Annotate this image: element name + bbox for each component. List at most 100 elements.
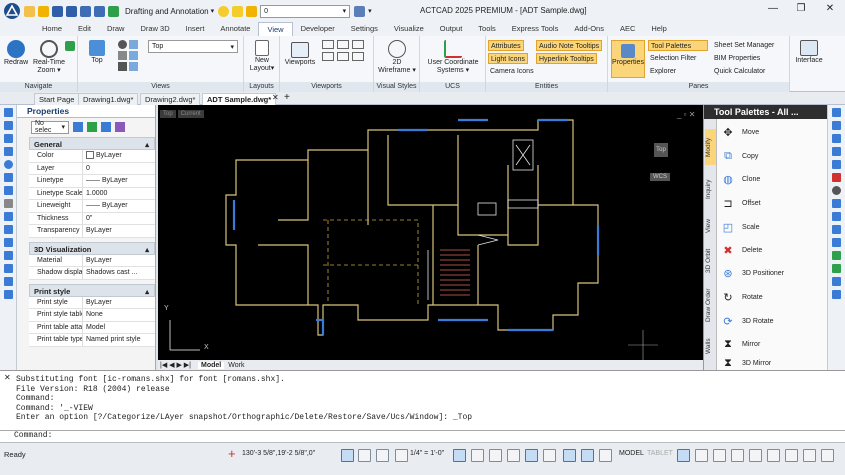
isometric-icon[interactable] <box>471 449 484 462</box>
rotate-tool-icon[interactable] <box>832 199 841 208</box>
palette-offset[interactable]: ⊐ Offset <box>720 193 760 213</box>
palette-scale[interactable]: ◰ Scale <box>720 217 760 237</box>
attributes-toggle[interactable]: Attributes <box>488 40 524 51</box>
camera-icon[interactable] <box>118 51 127 60</box>
minimize-icon[interactable]: — <box>763 3 783 14</box>
visual-style-button[interactable]: 2D Wireframe ▾ <box>377 40 417 75</box>
palette-3d-positioner[interactable]: ⊛ 3D Positioner <box>720 263 784 283</box>
hyperlink-tooltips-toggle[interactable]: Hyperlink Tooltips <box>536 53 597 64</box>
palette-move[interactable]: ✥ Move <box>720 122 759 142</box>
close-icon[interactable]: ✕ <box>820 3 840 14</box>
new-tab-icon[interactable]: + <box>284 92 290 103</box>
new-icon[interactable] <box>24 5 35 17</box>
line-tool-icon[interactable] <box>3 108 13 117</box>
general-header[interactable]: General ▴ <box>29 137 155 150</box>
palette-copy[interactable]: ⧉ Copy <box>720 146 758 166</box>
filter-icon[interactable] <box>115 122 125 132</box>
menu-settings[interactable]: Settings <box>343 22 386 36</box>
viewport-style-label[interactable]: Current <box>177 110 204 118</box>
menu-developer[interactable]: Developer <box>293 22 343 36</box>
property-row[interactable]: Transparency ByLayer <box>29 225 155 238</box>
layer-state-icon[interactable] <box>354 5 366 17</box>
model-space-toggle[interactable]: MODEL <box>619 450 644 457</box>
menu-draw-3d[interactable]: Draw 3D <box>132 22 177 36</box>
menu-add-ons[interactable]: Add-Ons <box>566 22 612 36</box>
workspace-selector[interactable]: Drafting and Annotation <box>125 7 209 16</box>
clean-screen-icon[interactable] <box>749 449 762 462</box>
open-icon[interactable] <box>38 5 49 17</box>
tablet-toggle[interactable]: TABLET <box>647 450 673 457</box>
menu-tools[interactable]: Tools <box>470 22 504 36</box>
close-tab-icon[interactable]: ✕ <box>272 93 279 102</box>
viewport-config-icon[interactable] <box>337 40 349 49</box>
walk-icon[interactable] <box>118 62 127 71</box>
property-row[interactable]: Print table type Named print style <box>29 334 155 347</box>
extend-tool-icon[interactable] <box>832 251 841 260</box>
interface-button[interactable]: Interface <box>793 40 825 65</box>
tab-start-page[interactable]: Start Page <box>34 93 80 105</box>
tab-adt-sample[interactable]: ADT Sample.dwg* <box>202 93 277 105</box>
table-tool-icon[interactable] <box>3 264 13 273</box>
move-tool-icon[interactable] <box>832 108 841 117</box>
sun-icon[interactable] <box>232 5 244 17</box>
polygon-tool-icon[interactable] <box>3 238 13 247</box>
rectangle-tool-icon[interactable] <box>3 225 13 234</box>
iso-view-icon[interactable] <box>129 51 138 60</box>
redo-icon[interactable] <box>94 5 105 17</box>
ducs-icon[interactable] <box>525 449 538 462</box>
lightbulb-icon[interactable] <box>218 5 230 17</box>
copy-tool-icon[interactable] <box>832 121 841 130</box>
palette-rotate[interactable]: ↻ Rotate <box>720 287 762 307</box>
quick-calculator-button[interactable]: Quick Calculator <box>712 66 767 77</box>
customize-status-icon[interactable] <box>821 449 834 462</box>
3d-visualization-header[interactable]: 3D Visualization ▴ <box>29 241 155 255</box>
selection-filter-button[interactable]: Selection Filter <box>648 53 698 64</box>
property-row[interactable]: Lineweight —— ByLayer <box>29 200 155 213</box>
erase-tool-icon[interactable] <box>832 173 841 182</box>
close-command-icon[interactable]: ✕ <box>4 373 11 382</box>
viewport-window-controls[interactable]: _ ▫ ✕ <box>677 110 695 119</box>
palette-tab-inquiry[interactable]: Inquiry <box>705 171 716 207</box>
tab-drawing2[interactable]: Drawing2.dwg* <box>140 93 201 105</box>
property-row[interactable]: Layer 0 <box>29 162 155 175</box>
ray-tool-icon[interactable] <box>3 134 13 143</box>
viewport-config-icon[interactable] <box>352 40 364 49</box>
polar-icon[interactable] <box>453 449 466 462</box>
tp-icon[interactable] <box>581 449 594 462</box>
trim-tool-icon[interactable] <box>832 238 841 247</box>
drawing-canvas[interactable]: Y X <box>158 105 703 370</box>
viewports-button[interactable]: Viewports <box>284 42 316 67</box>
lwt-icon[interactable] <box>563 449 576 462</box>
menu-home[interactable]: Home <box>34 22 70 36</box>
wcs-menu[interactable]: WCS <box>650 173 670 181</box>
tab-work[interactable]: Work <box>228 362 244 369</box>
tab-nav-arrows[interactable]: |◀ ◀ ▶ ▶| <box>160 361 191 369</box>
right-view-icon[interactable] <box>129 62 138 71</box>
quick-properties-icon[interactable] <box>803 449 816 462</box>
scale-tool-icon[interactable] <box>832 212 841 221</box>
property-row[interactable]: Material ByLayer <box>29 254 155 267</box>
new-layout-button[interactable]: New Layout▾ <box>248 40 276 73</box>
save-as-icon[interactable] <box>66 5 77 17</box>
units-icon[interactable] <box>785 449 798 462</box>
point-tool-icon[interactable] <box>3 199 13 208</box>
save-icon[interactable] <box>52 5 63 17</box>
customize-qat-icon[interactable]: ▾ <box>368 7 372 15</box>
viewport-config-icon[interactable] <box>337 52 349 61</box>
circle-tool-icon[interactable] <box>3 160 13 169</box>
top-view-button[interactable]: Top <box>86 40 108 65</box>
hardware-acceleration-icon[interactable] <box>731 449 744 462</box>
isolate-icon[interactable] <box>713 449 726 462</box>
lock-icon[interactable] <box>246 5 258 17</box>
light-icons-toggle[interactable]: Light Icons <box>488 53 528 64</box>
annotation-monitor-icon[interactable] <box>695 449 708 462</box>
audio-note-tooltips-toggle[interactable]: Audio Note Tooltips <box>536 40 603 51</box>
spline-tool-icon[interactable] <box>3 186 13 195</box>
hatch-tool-icon[interactable] <box>3 212 13 221</box>
region-tool-icon[interactable] <box>3 251 13 260</box>
annotation-scale[interactable]: 1/4" = 1'-0" <box>410 450 444 457</box>
property-row[interactable]: Print table attac...Model <box>29 321 155 334</box>
qp-icon[interactable] <box>599 449 612 462</box>
grid-icon[interactable] <box>358 449 371 462</box>
explode-tool-icon[interactable] <box>832 186 841 195</box>
